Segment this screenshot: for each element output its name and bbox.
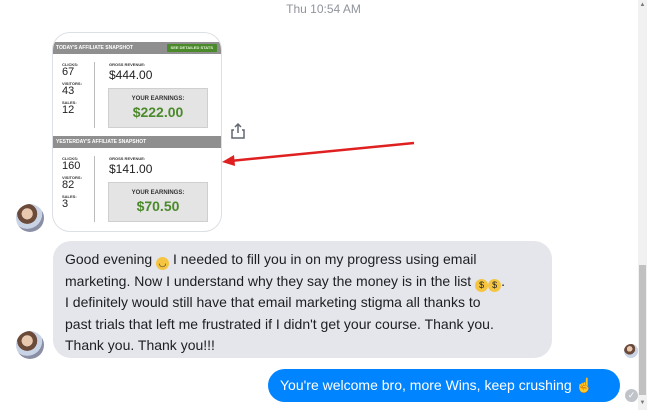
scroll-up-icon[interactable]: ▲ (639, 2, 646, 10)
visitors-value: 43 (62, 85, 75, 97)
yesterday-snapshot: YESTERDAY'S AFFILIATE SNAPSHOT CLICKS: 1… (53, 136, 221, 231)
yesterday-snapshot-header: YESTERDAY'S AFFILIATE SNAPSHOT (53, 136, 221, 148)
earnings-box: YOUR EARNINGS: $222.00 (108, 88, 208, 128)
timestamp: Thu 10:54 AM (286, 2, 361, 16)
smile-emoji-icon: ◡ (156, 257, 170, 270)
earnings-label: YOUR EARNINGS: (131, 190, 185, 196)
gross-revenue-value: $141.00 (109, 162, 153, 176)
see-detailed-stats-button[interactable]: SEE DETAILED STATS (166, 44, 217, 52)
red-arrow-annotation (222, 141, 415, 166)
gross-revenue-value: $444.00 (109, 68, 153, 82)
message-text: You're welcome bro, more Wins, keep crus… (280, 377, 576, 393)
sales-value: 12 (62, 104, 75, 116)
gross-revenue-label: GROSS REVENUE: (109, 62, 146, 67)
gross-revenue-label: GROSS REVENUE: (109, 156, 146, 161)
received-message[interactable]: Good evening ◡ I needed to fill you in o… (53, 241, 552, 358)
today-snapshot-title: TODAY'S AFFILIATE SNAPSHOT (56, 45, 134, 51)
affiliate-snapshot-image[interactable]: TODAY'S AFFILIATE SNAPSHOT SEE DETAILED … (52, 32, 222, 232)
sales-value: 3 (62, 198, 69, 210)
scroll-thumb[interactable] (639, 265, 646, 395)
visitors-value: 82 (62, 179, 75, 191)
divider (94, 156, 95, 222)
earnings-label: YOUR EARNINGS: (131, 96, 185, 102)
sent-message[interactable]: You're welcome bro, more Wins, keep crus… (268, 369, 620, 402)
message-text: I needed to fill you in on my progress u… (169, 251, 477, 267)
money-face-emoji-icon: $ (475, 278, 489, 292)
message-text: marketing. Now I understand why they say… (65, 272, 476, 289)
money-face-emoji-icon: $ (488, 278, 502, 292)
clicks-value: 67 (62, 66, 75, 78)
contact-avatar[interactable] (16, 204, 44, 232)
today-snapshot-header: TODAY'S AFFILIATE SNAPSHOT SEE DETAILED … (53, 42, 221, 54)
divider (94, 62, 95, 128)
message-text: I definitely would still have that email… (65, 294, 481, 311)
contact-avatar[interactable] (16, 331, 44, 359)
message-text: Good evening (65, 251, 157, 267)
check-icon: ✓ (625, 389, 638, 402)
clicks-value: 160 (62, 160, 81, 172)
scroll-down-icon[interactable]: ▼ (639, 400, 646, 408)
seen-avatar (624, 344, 638, 358)
scrollbar[interactable]: ▲ ▼ (638, 0, 647, 410)
earnings-value: $70.50 (136, 198, 180, 214)
yesterday-snapshot-title: YESTERDAY'S AFFILIATE SNAPSHOT (56, 139, 147, 145)
message-text: past trials that left me frustrated if I… (65, 315, 494, 332)
today-snapshot: TODAY'S AFFILIATE SNAPSHOT SEE DETAILED … (53, 42, 221, 142)
message-text: Thank you. Thank you!!! (65, 337, 215, 354)
pointing-up-emoji-icon: ☝ (575, 377, 593, 393)
earnings-box: YOUR EARNINGS: $70.50 (108, 182, 208, 222)
earnings-value: $222.00 (132, 104, 184, 120)
